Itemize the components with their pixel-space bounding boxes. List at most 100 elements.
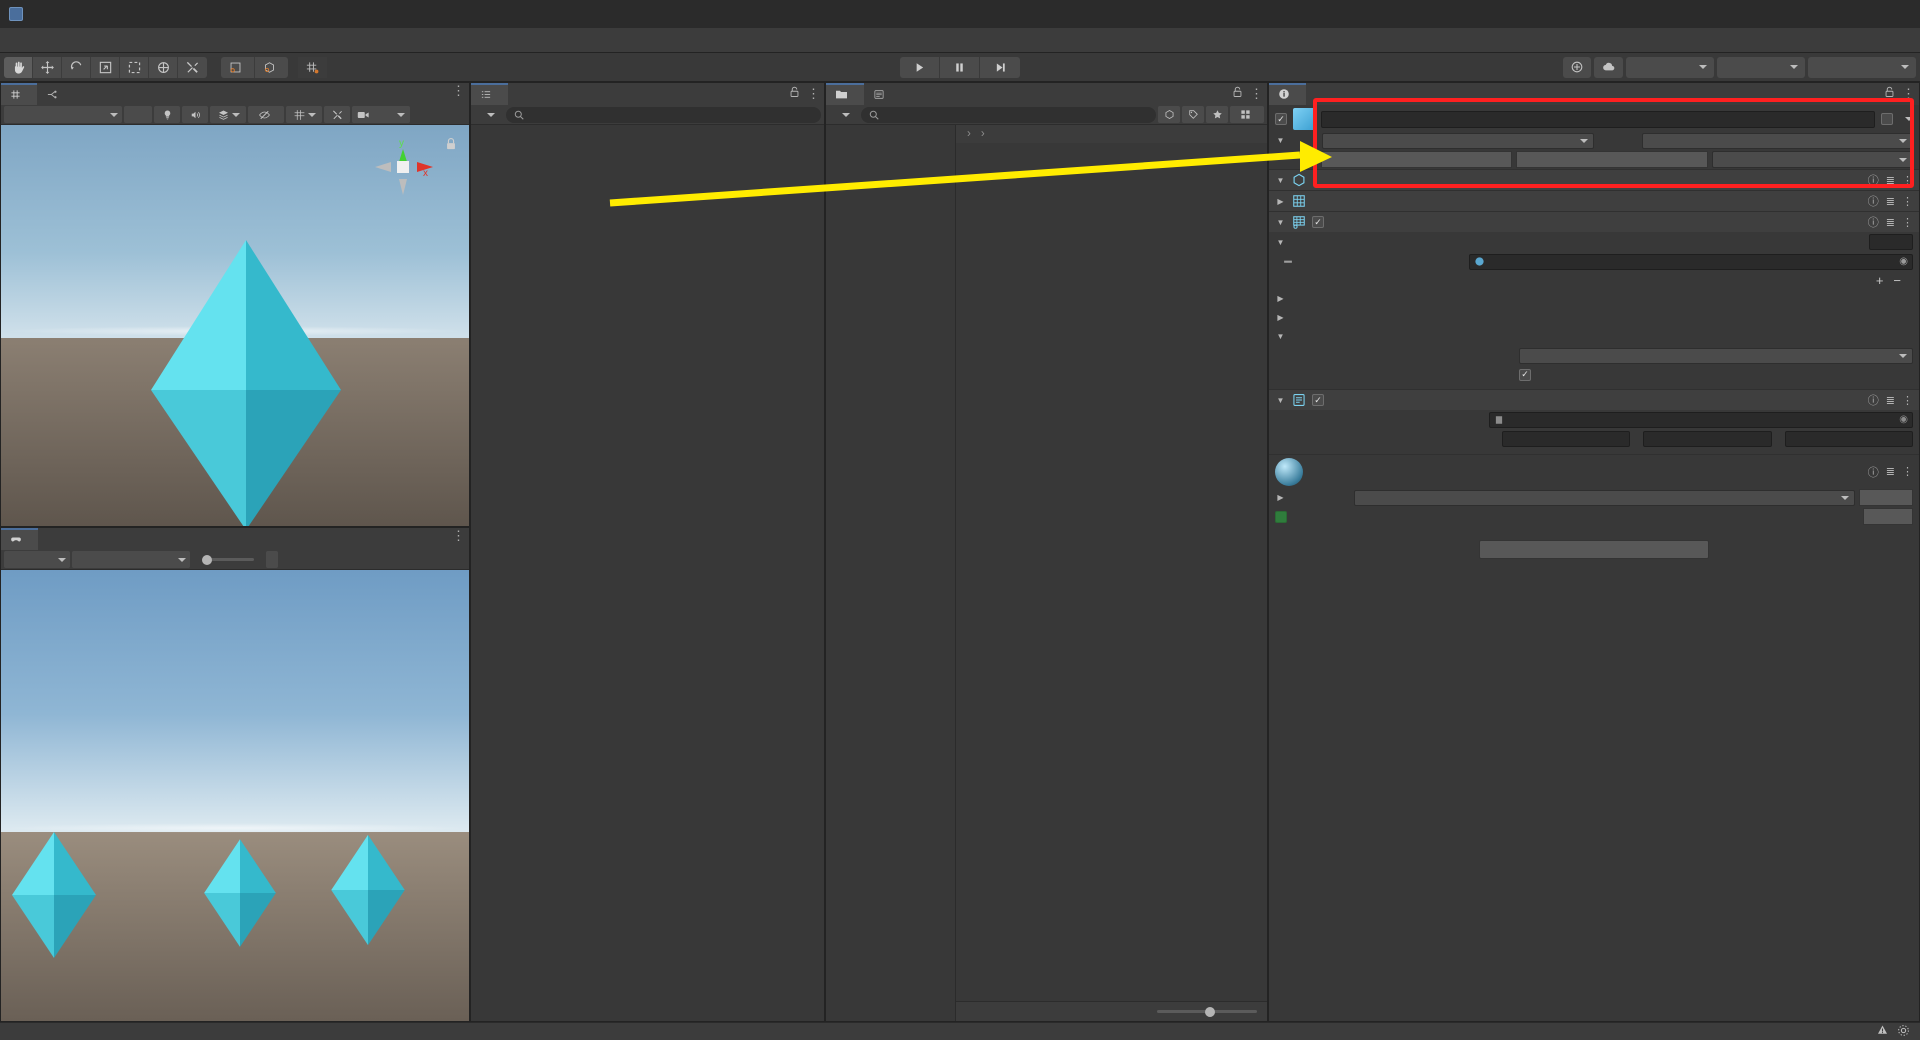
- audio-icon[interactable]: [182, 106, 208, 123]
- account-button[interactable]: [1626, 56, 1714, 78]
- scene-viewport[interactable]: y x: [1, 125, 469, 526]
- more-options-icon[interactable]: ⋮: [452, 529, 465, 542]
- project-search-input[interactable]: [861, 106, 1156, 123]
- game-viewport[interactable]: [1, 570, 469, 1021]
- custom-tool-button[interactable]: [178, 56, 207, 78]
- tab-project[interactable]: [826, 83, 864, 105]
- pause-button[interactable]: [940, 56, 980, 78]
- hierarchy-add-button[interactable]: [474, 106, 504, 123]
- hidden-objects-toggle[interactable]: [248, 106, 284, 123]
- more-options-icon[interactable]: ⋮: [1902, 394, 1913, 407]
- tab-inspector[interactable]: [1269, 83, 1306, 105]
- menu-help[interactable]: [130, 37, 148, 43]
- preset-icon[interactable]: ≣: [1886, 465, 1895, 478]
- scene-tools-icon[interactable]: [324, 106, 350, 123]
- more-options-icon[interactable]: ⋮: [807, 87, 820, 100]
- mesh-renderer-fold-arrow[interactable]: ▼: [1275, 218, 1286, 227]
- transform-fold-arrow[interactable]: ▼: [1275, 176, 1286, 185]
- layout-button[interactable]: [1808, 56, 1916, 78]
- lighting-foldout-row[interactable]: ▶: [1269, 289, 1919, 308]
- rotate-logic-fold-arrow[interactable]: ▼: [1275, 396, 1286, 405]
- hierarchy-tree[interactable]: [471, 125, 824, 1021]
- menu-window[interactable]: [112, 37, 130, 43]
- gizmos-dropdown[interactable]: [352, 106, 410, 123]
- more-options-icon[interactable]: ⋮: [1902, 465, 1913, 478]
- scene-lock-icon[interactable]: [445, 137, 457, 154]
- asset-filter-icon[interactable]: [1158, 106, 1180, 123]
- preset-icon[interactable]: ≣: [1886, 394, 1895, 407]
- lock-icon[interactable]: [789, 86, 800, 101]
- asset-grid[interactable]: [956, 143, 1267, 1001]
- menu-component[interactable]: [76, 37, 94, 43]
- menu-gameobject[interactable]: [58, 37, 76, 43]
- play-button[interactable]: [900, 56, 940, 78]
- help-icon[interactable]: ⓘ: [1868, 214, 1879, 230]
- shading-mode-dropdown[interactable]: [4, 106, 122, 123]
- rotate-logic-enabled-checkbox[interactable]: ✓: [1312, 394, 1324, 406]
- status-warning-icon[interactable]: [1876, 1024, 1889, 1039]
- static-checkbox[interactable]: [1881, 113, 1893, 125]
- status-settings-icon[interactable]: [1897, 1024, 1910, 1040]
- help-icon[interactable]: ⓘ: [1868, 464, 1879, 480]
- help-icon[interactable]: ⓘ: [1868, 172, 1879, 188]
- pivot-toggle-button[interactable]: [221, 56, 255, 78]
- transform-component-header[interactable]: ▼ ⓘ ≣ ⋮: [1269, 169, 1919, 190]
- help-icon[interactable]: ⓘ: [1868, 193, 1879, 209]
- additional-fold-arrow[interactable]: ▼: [1275, 332, 1286, 341]
- hand-tool-button[interactable]: [4, 56, 33, 78]
- transform-tool-button[interactable]: [149, 56, 178, 78]
- step-button[interactable]: [980, 56, 1020, 78]
- preset-icon[interactable]: ≣: [1886, 174, 1895, 187]
- move-tool-button[interactable]: [33, 56, 62, 78]
- light-icon[interactable]: [154, 106, 180, 123]
- layers-button[interactable]: [1717, 56, 1805, 78]
- tab-hierarchy[interactable]: [471, 83, 508, 105]
- more-options-icon[interactable]: ⋮: [1902, 174, 1913, 187]
- cloud-icon[interactable]: [1594, 56, 1623, 78]
- add-element-icon[interactable]: +: [1876, 273, 1884, 288]
- layer-dropdown[interactable]: [1641, 132, 1913, 149]
- rotate-speed-z-field[interactable]: [1784, 430, 1913, 447]
- more-options-icon[interactable]: ⋮: [1902, 216, 1913, 229]
- favorite-filter-icon[interactable]: [1206, 106, 1228, 123]
- material-object-field[interactable]: ◉: [1469, 253, 1913, 270]
- gameobject-enabled-checkbox[interactable]: ✓: [1275, 113, 1287, 125]
- rotate-logic-component-header[interactable]: ▼ ✓ ⓘ ≣ ⋮: [1269, 389, 1919, 410]
- tab-game[interactable]: [1, 528, 38, 550]
- rotate-speed-x-field[interactable]: [1502, 430, 1631, 447]
- dynamic-occlusion-checkbox[interactable]: ✓: [1519, 368, 1531, 381]
- menu-assets[interactable]: [40, 37, 58, 43]
- element-drag-handle[interactable]: ━: [1275, 254, 1301, 269]
- help-icon[interactable]: ⓘ: [1868, 392, 1879, 408]
- 2d-toggle-button[interactable]: [124, 106, 152, 123]
- rotate-speed-y-field[interactable]: [1643, 430, 1772, 447]
- project-add-button[interactable]: [829, 106, 859, 123]
- menu-af[interactable]: [94, 37, 112, 43]
- grid-visibility-icon[interactable]: [286, 106, 322, 123]
- mesh-filter-fold-arrow[interactable]: ▶: [1275, 197, 1286, 206]
- minimize-button[interactable]: [1782, 0, 1828, 28]
- lock-icon[interactable]: [1884, 86, 1895, 101]
- scale-tool-button[interactable]: [91, 56, 120, 78]
- probes-foldout-row[interactable]: ▶: [1269, 308, 1919, 327]
- project-folder-tree[interactable]: [826, 125, 956, 1021]
- preset-icon[interactable]: ≣: [1886, 216, 1895, 229]
- gameobject-name-field[interactable]: [1321, 110, 1875, 128]
- shader-dropdown[interactable]: [1354, 489, 1855, 506]
- lock-icon[interactable]: [1232, 86, 1243, 101]
- collab-icon[interactable]: [1563, 56, 1591, 78]
- probes-fold-arrow[interactable]: ▶: [1275, 313, 1286, 322]
- aspect-dropdown[interactable]: [72, 551, 190, 568]
- add-component-button[interactable]: [1479, 540, 1709, 559]
- mesh-renderer-enabled-checkbox[interactable]: ✓: [1312, 216, 1324, 228]
- chevron-down-icon[interactable]: [1905, 117, 1913, 121]
- rect-tool-button[interactable]: [120, 56, 149, 78]
- scale-slider[interactable]: [202, 554, 254, 565]
- tag-fold-arrow[interactable]: ▼: [1275, 136, 1286, 145]
- menu-edit[interactable]: [22, 37, 40, 43]
- layout-count-button[interactable]: [1230, 106, 1264, 123]
- hierarchy-search-input[interactable]: [506, 106, 821, 123]
- material-add-button[interactable]: [1863, 508, 1913, 525]
- scene-crystal-object[interactable]: [131, 240, 361, 526]
- menu-file[interactable]: [4, 37, 22, 43]
